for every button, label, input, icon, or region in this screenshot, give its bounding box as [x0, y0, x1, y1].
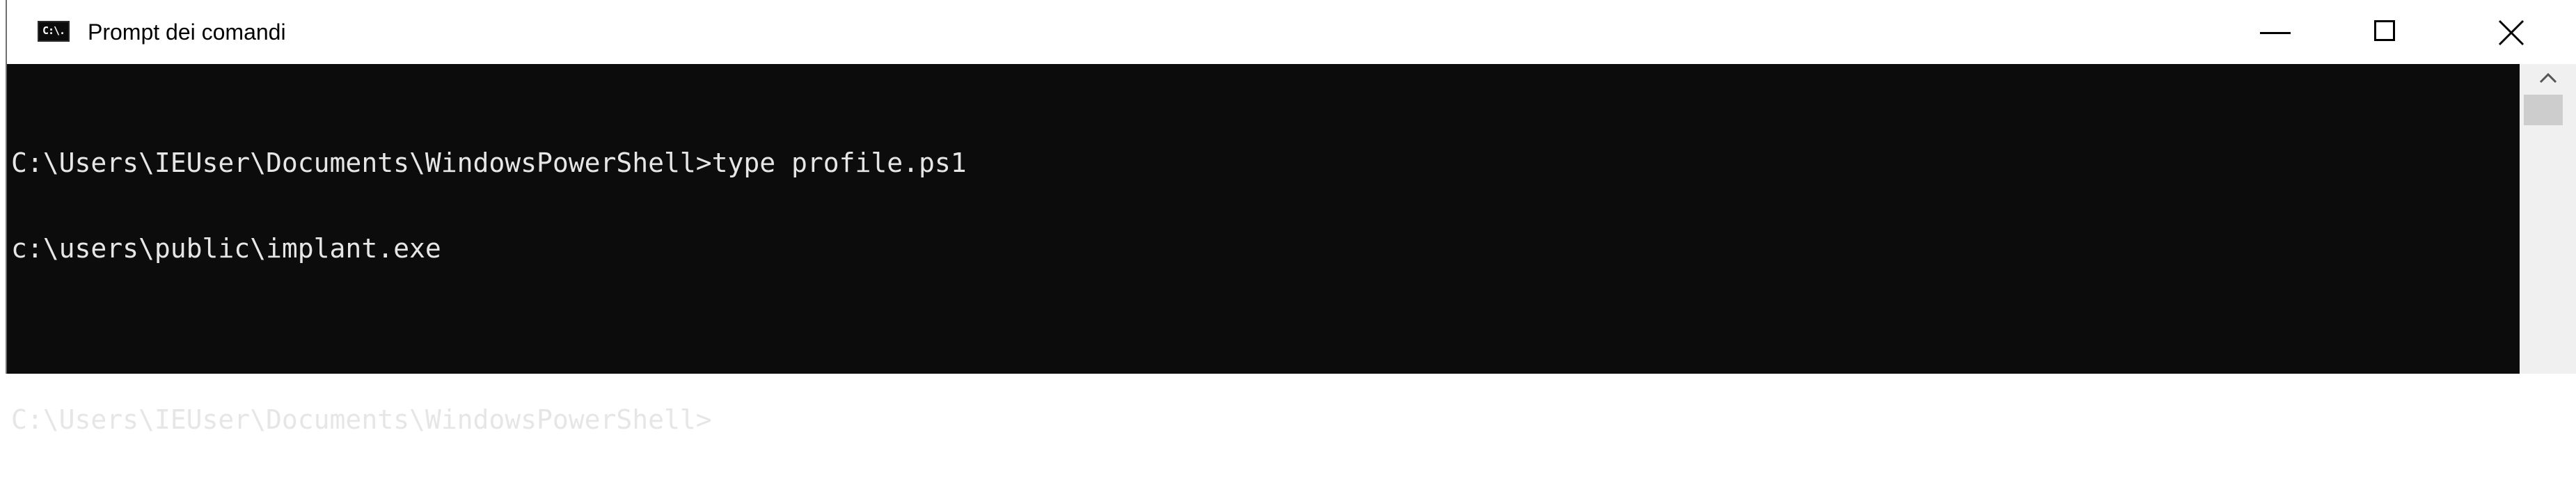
console-window: C:\. Prompt dei comandi C:\Users\IEUser\…	[6, 0, 2576, 434]
maximize-icon	[2374, 20, 2395, 41]
minimize-button[interactable]	[2224, 0, 2335, 64]
window-title: Prompt dei comandi	[88, 19, 286, 45]
close-button[interactable]	[2452, 0, 2576, 64]
cmd-icon[interactable]: C:\.	[38, 21, 70, 42]
vertical-scrollbar[interactable]	[2520, 64, 2576, 374]
console-line: c:\users\public\implant.exe	[11, 233, 441, 264]
title-bar[interactable]: C:\. Prompt dei comandi	[7, 0, 2576, 64]
scrollbar-thumb[interactable]	[2524, 95, 2563, 125]
maximize-button[interactable]	[2335, 0, 2447, 64]
minimize-icon	[2260, 32, 2291, 34]
scroll-up-icon[interactable]	[2520, 64, 2576, 92]
console-line: C:\Users\IEUser\Documents\WindowsPowerSh…	[11, 148, 967, 178]
console-prompt: C:\Users\IEUser\Documents\WindowsPowerSh…	[11, 404, 712, 435]
close-icon	[2498, 19, 2524, 46]
console-output[interactable]: C:\Users\IEUser\Documents\WindowsPowerSh…	[7, 64, 2520, 434]
